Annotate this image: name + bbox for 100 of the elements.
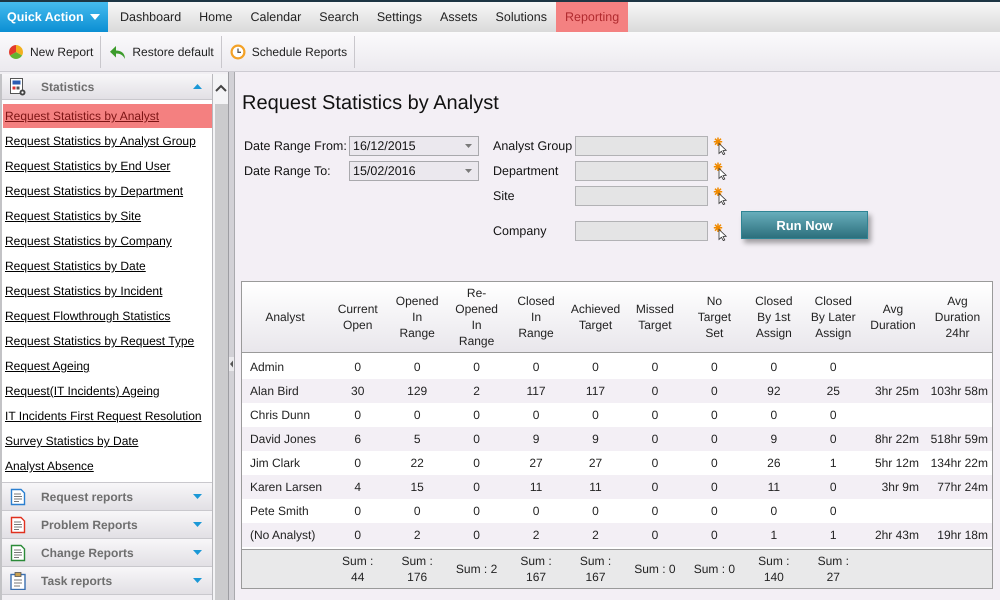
column-header: Missed Target	[634, 301, 675, 334]
section-header[interactable]: Change Reports	[2, 539, 212, 567]
report-link[interactable]: Request Statistics by Company	[3, 229, 212, 253]
nav-tab[interactable]: Settings	[368, 2, 432, 32]
table-cell-text: 0	[472, 431, 481, 448]
report-link[interactable]: Request Statistics by Incident	[3, 279, 212, 303]
table-cell-text: 0	[828, 407, 838, 424]
run-now-button[interactable]: Run Now	[741, 211, 868, 239]
report-link[interactable]: Request Statistics by Analyst	[3, 104, 212, 128]
table-cell-text: 22	[409, 455, 425, 472]
sum-value: Sum : 27	[816, 553, 850, 585]
table-cell-text: 0	[472, 407, 481, 424]
report-link[interactable]: Request Statistics by Site	[3, 204, 212, 228]
report-link[interactable]: Request Statistics by Department	[3, 179, 212, 203]
table-cell-text: 0	[710, 431, 719, 448]
scrollbar-thumb[interactable]	[214, 104, 228, 600]
column-header: Closed In Range	[516, 293, 556, 342]
nav-tab[interactable]: Assets	[431, 2, 487, 32]
nav-tab[interactable]: Dashboard	[111, 2, 190, 32]
column-header: No Target Set	[696, 293, 732, 342]
table-cell-text: 0	[650, 503, 660, 520]
report-link[interactable]: Request Statistics by Analyst Group	[3, 129, 212, 153]
table-cell-text: 1	[769, 527, 778, 544]
section-header[interactable]: Statistics	[2, 74, 212, 100]
table-cell-text: 0	[532, 407, 540, 424]
nav-tab[interactable]: Solutions	[486, 2, 556, 32]
table-cell-text: 77hr 24m	[936, 479, 989, 496]
table-cell-text: 8hr 22m	[874, 431, 920, 448]
caret-down-icon[interactable]	[465, 144, 472, 148]
table-cell-text: 0	[591, 359, 600, 376]
table-cell-text: 0	[828, 431, 838, 448]
table-cell-text: 11	[528, 479, 544, 496]
sum-value: Sum : 2	[456, 561, 498, 577]
report-link[interactable]: Request Flowthrough Statistics	[3, 304, 212, 328]
table-cell-text: 2	[472, 383, 481, 400]
table-cell-text: 0	[650, 383, 660, 400]
nav-tab[interactable]: Search	[310, 2, 368, 32]
report-link[interactable]: Analyst Absence	[3, 454, 212, 478]
report-link[interactable]: Request Statistics by Date	[3, 254, 212, 278]
table-cell-text: 3hr 9m	[880, 479, 920, 496]
report-link[interactable]: Request Statistics by End User	[3, 154, 212, 178]
table-cell-text: 0	[710, 359, 719, 376]
lookup-field[interactable]	[575, 161, 708, 181]
column-header: Analyst	[264, 309, 306, 326]
table-cell-text: 117	[584, 383, 606, 400]
table-cell-text: 27	[528, 455, 544, 472]
table-cell-text: 0	[769, 359, 778, 376]
column-header: Closed By 1st Assign	[754, 293, 794, 342]
sparkle-pointer-icon[interactable]	[713, 162, 727, 180]
date-field[interactable]: 16/12/2015	[349, 136, 479, 156]
report-title: Request Statistics by Analyst	[242, 92, 499, 115]
chevron-up-icon[interactable]	[215, 84, 227, 92]
toolbar-button[interactable]: New Report	[5, 37, 98, 67]
table-cell-text: 0	[650, 407, 660, 424]
column-header: Closed By Later Assign	[810, 293, 857, 342]
table-cell-text: 0	[710, 503, 719, 520]
table-cell-text: 0	[650, 455, 660, 472]
table-cell-text: 1	[828, 527, 838, 544]
lookup-field[interactable]	[575, 221, 708, 241]
table-cell-text: 2	[412, 527, 422, 544]
report-link[interactable]: Request Ageing	[3, 354, 212, 378]
sparkle-pointer-icon[interactable]	[713, 137, 727, 155]
table-cell-text: Alan Bird	[249, 383, 300, 400]
section-header[interactable]: Task reports	[2, 567, 212, 595]
section-header[interactable]: Request reports	[2, 483, 212, 511]
section-header[interactable]: Problem Reports	[2, 511, 212, 539]
report-link[interactable]: Survey Statistics by Date	[3, 429, 212, 453]
table-cell-text: 0	[769, 407, 778, 424]
table-cell-text: 0	[591, 407, 600, 424]
table-cell-text: 9	[591, 431, 600, 448]
report-link[interactable]: Request Statistics by Request Type	[3, 329, 212, 353]
table-cell-text: 0	[710, 455, 719, 472]
sum-value: Sum : 0	[634, 561, 676, 577]
nav-tab[interactable]: Calendar	[242, 2, 310, 32]
sparkle-pointer-icon[interactable]	[713, 223, 727, 241]
toolbar-button[interactable]: Restore default	[106, 37, 218, 67]
report-link[interactable]: IT Incidents First Request Resolution	[3, 404, 212, 428]
toolbar-button[interactable]: Schedule Reports	[226, 37, 352, 67]
nav-tab[interactable]: Home	[190, 2, 242, 32]
table-cell-text: 0	[412, 407, 422, 424]
date-field[interactable]: 15/02/2016	[349, 161, 479, 181]
collapse-handle-icon[interactable]	[229, 357, 234, 371]
caret-down-icon[interactable]	[465, 169, 472, 173]
table-cell-text: 518hr 59m	[930, 431, 989, 448]
table-cell-text: 0	[353, 359, 362, 376]
field-label: Date Range To:	[244, 163, 332, 180]
table-cell-text: 0	[710, 527, 719, 544]
table-cell-text: Karen Larsen	[249, 479, 324, 496]
table-cell-text: 6	[353, 431, 362, 448]
table-cell-text: 19hr 18m	[936, 527, 989, 544]
lookup-field[interactable]	[575, 186, 708, 206]
table-cell-text: 0	[650, 527, 660, 544]
column-header: Avg Duration	[869, 301, 917, 334]
sparkle-pointer-icon[interactable]	[713, 187, 727, 205]
lookup-field[interactable]	[575, 136, 708, 156]
report-link[interactable]: Request(IT Incidents) Ageing	[3, 379, 212, 403]
sum-value: Sum : 176	[400, 553, 434, 585]
table-cell-text: 0	[828, 479, 838, 496]
table-cell-text: 5hr 12m	[874, 455, 920, 472]
column-header: Achieved Target	[570, 301, 622, 334]
